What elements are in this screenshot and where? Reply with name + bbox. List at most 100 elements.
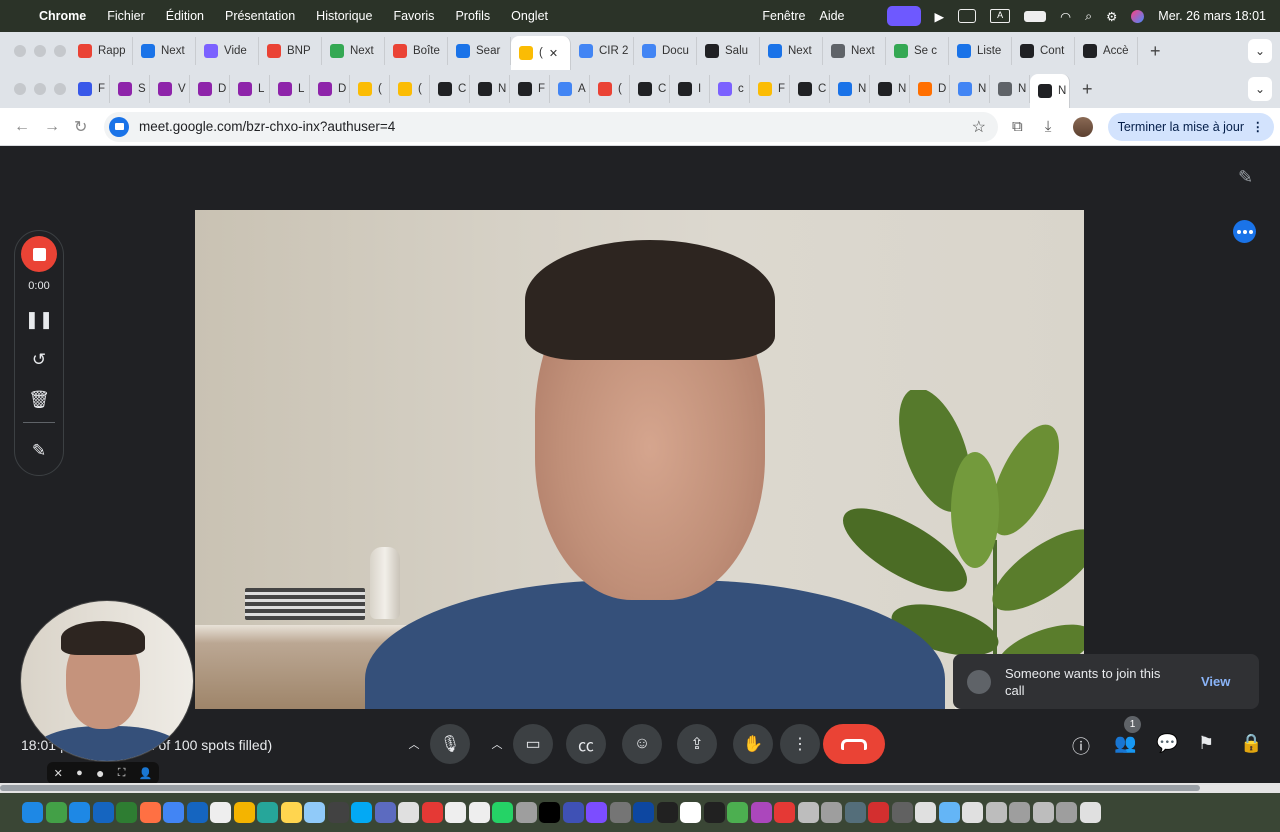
dock-app-icon[interactable] bbox=[703, 802, 725, 823]
tab-14[interactable]: Liste bbox=[949, 37, 1012, 65]
dock-app-icon[interactable] bbox=[1079, 802, 1101, 823]
chat-icon[interactable]: 💬 bbox=[1156, 733, 1178, 754]
wifi-icon[interactable]: ◠ bbox=[1060, 9, 1071, 24]
dock-app-icon[interactable] bbox=[985, 802, 1007, 823]
dock-app-icon[interactable] bbox=[186, 802, 208, 823]
dock-app-icon[interactable] bbox=[45, 802, 67, 823]
pinned-tab-13[interactable]: ( bbox=[590, 75, 630, 103]
menu-edition[interactable]: Édition bbox=[166, 9, 204, 23]
leave-call-button[interactable] bbox=[823, 724, 885, 764]
dock-app-icon[interactable] bbox=[844, 802, 866, 823]
dock-app-icon[interactable] bbox=[539, 802, 560, 823]
pinned-tab-10[interactable]: N bbox=[470, 75, 510, 103]
emoji-reactions-button[interactable]: ☺ bbox=[622, 724, 662, 764]
trash-icon[interactable]: 🗑 bbox=[28, 388, 50, 412]
dock-app-icon[interactable] bbox=[633, 802, 654, 823]
tab-4[interactable]: Next bbox=[322, 37, 385, 65]
dock-app-icon[interactable] bbox=[915, 802, 936, 823]
dock-app-icon[interactable] bbox=[22, 802, 43, 823]
pinned-tab-20[interactable]: N bbox=[870, 75, 910, 103]
menu-historique[interactable]: Historique bbox=[316, 9, 372, 23]
dock-app-icon[interactable] bbox=[1009, 802, 1030, 823]
address-bar[interactable]: meet.google.com/bzr-chxo-inx?authuser=4 … bbox=[104, 111, 998, 142]
participant-activity-icon[interactable] bbox=[1233, 220, 1256, 243]
keyboard-icon[interactable] bbox=[958, 9, 977, 23]
pinned-tab-7[interactable]: ( bbox=[350, 75, 390, 103]
activities-icon[interactable]: ⚑ bbox=[1198, 733, 1214, 754]
screen-share-status-icon[interactable] bbox=[886, 6, 921, 26]
back-icon[interactable]: ← bbox=[14, 118, 32, 136]
video-options-chevron-icon[interactable]: ︿ bbox=[485, 724, 509, 764]
tab-3[interactable]: BNP bbox=[259, 37, 322, 65]
pinned-tab-3[interactable]: D bbox=[190, 75, 230, 103]
pinned-tab-12[interactable]: A bbox=[550, 75, 590, 103]
dock-app-icon[interactable] bbox=[210, 802, 231, 823]
stop-recording-button[interactable] bbox=[21, 236, 57, 272]
tab-search-button-2[interactable]: ⌄ bbox=[1248, 77, 1272, 101]
pinned-tab-9[interactable]: C bbox=[430, 75, 470, 103]
bookmark-star-icon[interactable]: ☆ bbox=[972, 117, 986, 137]
pinned-tab-0[interactable]: F bbox=[70, 75, 110, 103]
dock-app-icon[interactable] bbox=[327, 802, 349, 823]
control-center-icon[interactable]: ⚙ bbox=[1106, 9, 1117, 24]
captions-button[interactable]: ㏄ bbox=[566, 724, 606, 764]
more-options-button[interactable]: ⋮ bbox=[780, 724, 820, 764]
reload-icon[interactable]: ↻ bbox=[74, 117, 92, 137]
pinned-tab-22[interactable]: N bbox=[950, 75, 990, 103]
tab-8[interactable]: CIR 2 bbox=[571, 37, 634, 65]
close-window-button[interactable] bbox=[14, 45, 26, 57]
tab-12[interactable]: Next bbox=[823, 37, 886, 65]
menubar-clock[interactable]: Mer. 26 mars 18:01 bbox=[1158, 9, 1266, 23]
menu-favoris[interactable]: Favoris bbox=[393, 9, 434, 23]
tab-search-button[interactable]: ⌄ bbox=[1248, 39, 1272, 63]
view-join-request-button[interactable]: View bbox=[1201, 674, 1230, 689]
menu-aide[interactable]: Aide bbox=[819, 9, 844, 23]
dock-app-icon[interactable] bbox=[727, 802, 748, 823]
menu-presentation[interactable]: Présentation bbox=[225, 9, 295, 23]
dock-app-icon[interactable] bbox=[139, 802, 161, 823]
pinned-tab-17[interactable]: F bbox=[750, 75, 790, 103]
pinned-tab-15[interactable]: I bbox=[670, 75, 710, 103]
close-tab-icon[interactable]: ✕ bbox=[549, 47, 558, 60]
pinned-tab-8[interactable]: ( bbox=[390, 75, 430, 103]
dock-app-icon[interactable] bbox=[69, 802, 90, 823]
download-icon[interactable]: ⤓ bbox=[1045, 118, 1052, 135]
input-source-icon[interactable]: A bbox=[990, 9, 1011, 23]
dock-app-icon[interactable] bbox=[398, 802, 419, 823]
tab-15[interactable]: Cont bbox=[1012, 37, 1075, 65]
pinned-tab-23[interactable]: N bbox=[990, 75, 1030, 103]
tab-10[interactable]: Salu bbox=[697, 37, 760, 65]
close-window-button-2[interactable] bbox=[14, 83, 26, 95]
pinned-tab-4[interactable]: L bbox=[230, 75, 270, 103]
pinned-tab-14[interactable]: C bbox=[630, 75, 670, 103]
dock-app-icon[interactable] bbox=[421, 802, 443, 823]
dock-app-icon[interactable] bbox=[468, 802, 490, 823]
forward-icon[interactable]: → bbox=[44, 118, 62, 136]
pinned-tab-16[interactable]: c bbox=[710, 75, 750, 103]
dock-app-icon[interactable] bbox=[821, 802, 842, 823]
url-text[interactable]: meet.google.com/bzr-chxo-inx?authuser=4 bbox=[139, 119, 395, 134]
host-controls-icon[interactable]: 🔒 bbox=[1240, 733, 1262, 754]
pinned-tab-21[interactable]: D bbox=[910, 75, 950, 103]
microphone-button[interactable]: 🎙 bbox=[430, 724, 470, 764]
tab-13[interactable]: Se c bbox=[886, 37, 949, 65]
horizontal-scrollbar[interactable] bbox=[0, 783, 1280, 793]
dock-app-icon[interactable] bbox=[797, 802, 819, 823]
dock-app-icon[interactable] bbox=[750, 802, 772, 823]
extensions-icon[interactable]: ⧉ bbox=[1012, 118, 1023, 135]
dock-app-icon[interactable] bbox=[280, 802, 302, 823]
tab-9[interactable]: Docu bbox=[634, 37, 697, 65]
menu-fenetre[interactable]: Fenêtre bbox=[762, 9, 805, 23]
siri-icon[interactable] bbox=[1131, 9, 1145, 23]
dock-app-icon[interactable] bbox=[374, 802, 396, 823]
new-tab-button[interactable]: + bbox=[1138, 41, 1173, 62]
tab-16[interactable]: Accè bbox=[1075, 37, 1138, 65]
pinned-tab-5[interactable]: L bbox=[270, 75, 310, 103]
menu-fichier[interactable]: Fichier bbox=[107, 9, 145, 23]
dock-app-icon[interactable] bbox=[680, 802, 701, 823]
dock-app-icon[interactable] bbox=[1032, 802, 1054, 823]
large-size-icon[interactable]: ● bbox=[96, 765, 104, 781]
zoom-window-button[interactable] bbox=[54, 45, 66, 57]
profile-avatar[interactable] bbox=[1073, 116, 1094, 137]
new-tab-button-2[interactable]: + bbox=[1070, 79, 1105, 100]
